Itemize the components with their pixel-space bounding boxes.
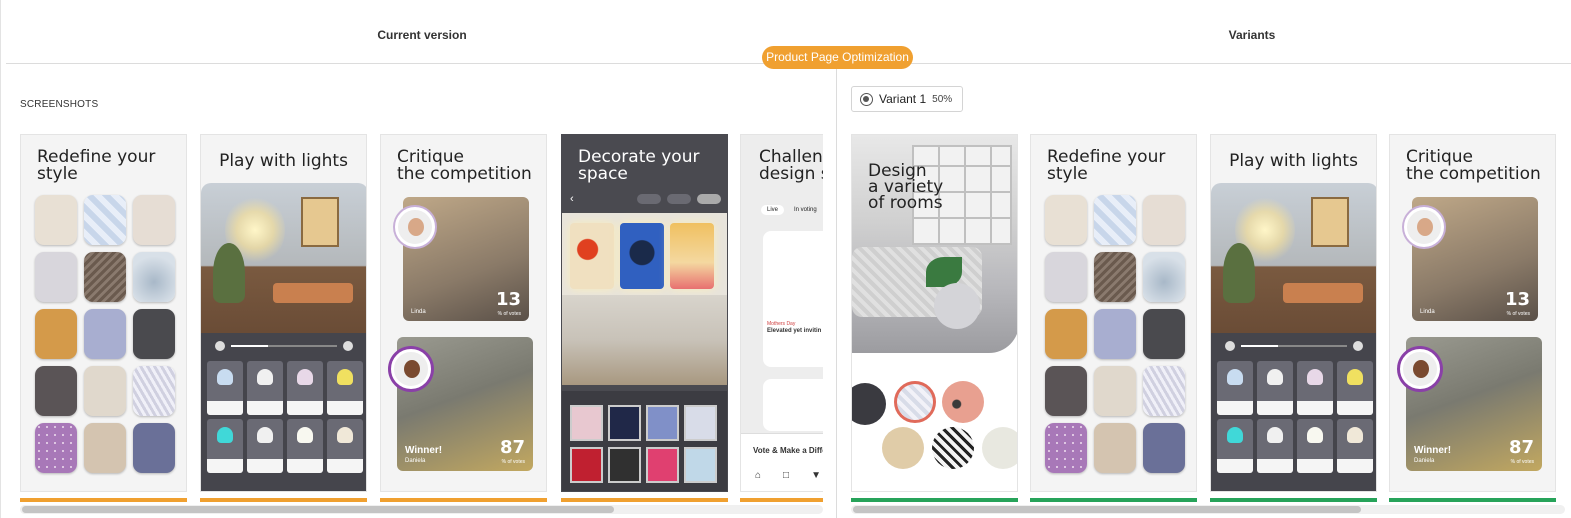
- wall-art-row: [570, 223, 714, 289]
- variant-accent-bar: [1389, 498, 1556, 502]
- screenshot-card[interactable]: Redefine your style: [20, 134, 187, 492]
- fabric-swatch-grid: [1045, 195, 1185, 473]
- screenshot-caption: Redefine your style: [1047, 147, 1166, 184]
- avatar: [1400, 349, 1440, 389]
- variant-screenshots-strip[interactable]: Design a variety of rooms Redefine your …: [851, 134, 1571, 504]
- screenshot-caption: Play with lights: [219, 151, 348, 171]
- screenshot-card[interactable]: Redefine your style: [1030, 134, 1197, 492]
- variant-accent-bar: [851, 498, 1018, 502]
- variant-traffic-percent: 50%: [932, 93, 953, 105]
- challenge-card: [763, 231, 823, 367]
- variant-1-selector[interactable]: Variant 1 50%: [851, 86, 963, 112]
- variant-scrollbar-thumb[interactable]: [853, 506, 1361, 513]
- current-accent-bar: [740, 498, 823, 502]
- current-scrollbar-thumb[interactable]: [22, 506, 614, 513]
- fabric-swatch-grid: [35, 195, 175, 473]
- room-lamp-photo: [201, 183, 366, 333]
- radio-selected-icon: [860, 92, 873, 106]
- screenshot-caption: Design a variety of rooms: [868, 161, 944, 213]
- vote-percent: 87: [1508, 437, 1534, 458]
- challenge-tabs: Live In voting: [761, 205, 823, 215]
- decorate-app-bar: ‹: [562, 189, 727, 209]
- current-accent-bar: [561, 498, 728, 502]
- ppo-comparison-page: Current version Variants Product Page Op…: [0, 0, 1571, 518]
- brightness-slider[interactable]: [215, 341, 353, 351]
- screenshots-section-label: SCREENSHOTS: [20, 99, 99, 110]
- screenshot-card[interactable]: Challenge design sk Live In voting Mothe…: [740, 134, 823, 492]
- product-page-optimization-badge: Product Page Optimization: [762, 46, 913, 69]
- screenshot-card[interactable]: Decorate your space ‹: [561, 134, 728, 492]
- screenshot-caption: Redefine your style: [37, 147, 156, 184]
- room-lamp-photo: [1211, 183, 1376, 333]
- lamp-selector-panel: [1211, 333, 1376, 491]
- current-version-title: Current version: [377, 28, 467, 42]
- avatar: [1404, 207, 1444, 247]
- clipboard-icon: □: [783, 470, 790, 481]
- variant-name: Variant 1: [879, 92, 927, 106]
- avatar: [391, 349, 431, 389]
- current-accent-bar: [200, 498, 367, 502]
- home-icon: ⌂: [755, 470, 762, 481]
- variant-accent-bar: [1030, 498, 1197, 502]
- vote-percent: 13: [495, 289, 521, 310]
- screenshot-caption: Critique the competition: [1406, 147, 1541, 184]
- variant-accent-bar: [1210, 498, 1377, 502]
- challenge-card: [763, 379, 823, 431]
- current-accent-bar: [20, 498, 187, 502]
- avatar: [395, 207, 435, 247]
- vote-percent: 87: [499, 437, 525, 458]
- lamp-selector-panel: [201, 333, 366, 491]
- screenshot-card[interactable]: Critique the competition 13 % of votes L…: [1389, 134, 1556, 492]
- back-chevron-icon: ‹: [570, 193, 574, 205]
- screenshot-card[interactable]: Critique the competition 13 % of votes L…: [380, 134, 547, 492]
- material-circles: [852, 367, 1017, 491]
- variants-title: Variants: [1228, 28, 1276, 42]
- sofa-scene: [562, 295, 727, 385]
- screenshot-caption: Play with lights: [1229, 151, 1358, 171]
- screenshot-card[interactable]: Design a variety of rooms: [851, 134, 1018, 492]
- cart-icon: ▼: [811, 470, 821, 481]
- current-accent-bar: [380, 498, 547, 502]
- screenshot-caption: Critique the competition: [397, 147, 532, 184]
- outer-border: [0, 0, 1, 518]
- current-screenshots-strip[interactable]: Redefine your style Play with lights Cri…: [20, 134, 823, 504]
- vote-percent: 13: [1504, 289, 1530, 310]
- screenshot-card[interactable]: Play with lights: [1210, 134, 1377, 492]
- brightness-slider[interactable]: [1225, 341, 1363, 351]
- frames-picker: [562, 391, 727, 491]
- screenshot-card[interactable]: Play with lights: [200, 134, 367, 492]
- challenge-footer: Vote & Make a Differe ⌂ □ ▼: [741, 433, 823, 491]
- screenshot-caption: Decorate your space: [578, 147, 700, 184]
- column-divider: [836, 64, 837, 518]
- screenshot-caption: Challenge design sk: [759, 147, 823, 184]
